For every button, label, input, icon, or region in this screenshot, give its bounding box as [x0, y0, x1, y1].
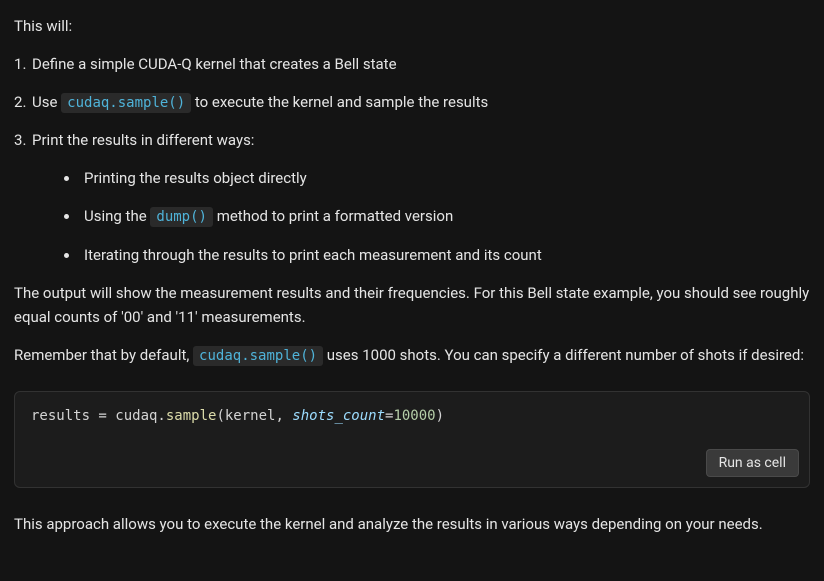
list-item-text: to execute the kernel and sample the res…: [191, 93, 488, 111]
list-item: Define a simple CUDA-Q kernel that creat…: [14, 52, 810, 76]
inline-code: dump(): [150, 207, 213, 227]
code-token: (kernel,: [216, 408, 292, 424]
paragraph: Remember that by default, cudaq.sample()…: [14, 343, 810, 367]
list-item-text: Use: [32, 93, 61, 111]
code-token: shots_count: [292, 408, 385, 424]
inline-code: cudaq.sample(): [61, 93, 191, 113]
paragraph-text: Remember that by default,: [14, 346, 193, 364]
sub-list: Printing the results object directly Usi…: [64, 166, 810, 266]
intro-text: This will:: [14, 14, 810, 38]
sub-list-item: Printing the results object directly: [64, 166, 810, 190]
sub-list-item-text: Using the: [84, 207, 150, 225]
code-token: results = cudaq.: [31, 408, 166, 424]
numbered-list: Define a simple CUDA-Q kernel that creat…: [14, 52, 810, 267]
list-item: Print the results in different ways: Pri…: [14, 128, 810, 266]
code-content: results = cudaq.sample(kernel, shots_cou…: [15, 392, 809, 441]
sub-list-item: Using the dump() method to print a forma…: [64, 204, 810, 228]
sub-list-item-text: Printing the results object directly: [84, 169, 307, 187]
list-item: Use cudaq.sample() to execute the kernel…: [14, 90, 810, 114]
code-token: sample: [166, 408, 217, 424]
code-footer: Run as cell: [15, 441, 809, 487]
sub-list-item-text: Iterating through the results to print e…: [84, 246, 542, 264]
run-as-cell-button[interactable]: Run as cell: [706, 449, 799, 477]
code-token: ): [436, 408, 444, 424]
sub-list-item-text: method to print a formatted version: [213, 207, 453, 225]
code-block: results = cudaq.sample(kernel, shots_cou…: [14, 391, 810, 488]
sub-list-item: Iterating through the results to print e…: [64, 243, 810, 267]
paragraph: This approach allows you to execute the …: [14, 512, 810, 536]
paragraph: The output will show the measurement res…: [14, 281, 810, 329]
inline-code: cudaq.sample(): [193, 346, 323, 366]
code-token: 10000: [393, 408, 435, 424]
list-item-text: Print the results in different ways:: [32, 131, 254, 149]
list-item-text: Define a simple CUDA-Q kernel that creat…: [32, 55, 397, 73]
paragraph-text: uses 1000 shots. You can specify a diffe…: [323, 346, 804, 364]
